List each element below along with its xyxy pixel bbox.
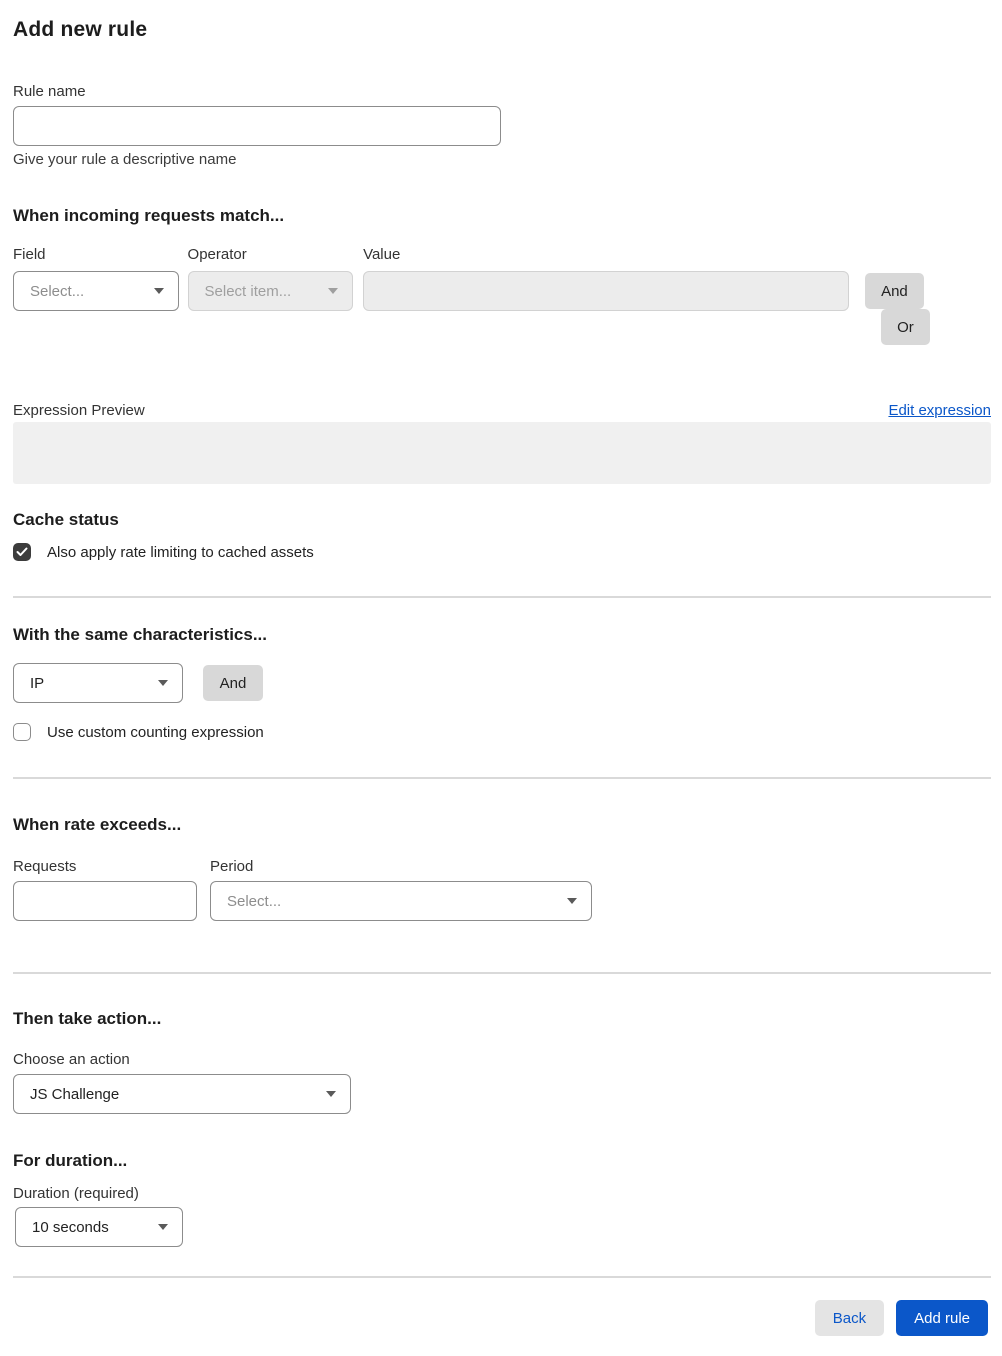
characteristics-row: IP And bbox=[13, 663, 991, 703]
characteristics-heading: With the same characteristics... bbox=[13, 625, 268, 644]
rate-heading: When rate exceeds... bbox=[13, 815, 182, 834]
duration-select-value: 10 seconds bbox=[32, 1218, 109, 1236]
chevron-down-icon bbox=[158, 1224, 168, 1230]
action-select[interactable]: JS Challenge bbox=[13, 1074, 351, 1114]
rule-name-helper: Give your rule a descriptive name bbox=[13, 151, 237, 168]
rate-row: Requests Period Select... bbox=[13, 857, 991, 921]
rule-name-label: Rule name bbox=[13, 83, 86, 100]
chevron-down-icon bbox=[328, 288, 339, 294]
value-column: Value bbox=[363, 245, 850, 311]
operator-label: Operator bbox=[187, 246, 247, 263]
match-heading: When incoming requests match... bbox=[13, 206, 285, 225]
check-icon bbox=[16, 547, 28, 556]
page-title: Add new rule bbox=[13, 18, 148, 41]
cache-status-heading: Cache status bbox=[13, 510, 119, 529]
expression-preview-label: Expression Preview bbox=[13, 402, 145, 419]
edit-expression-link[interactable]: Edit expression bbox=[888, 402, 991, 419]
back-button[interactable]: Back bbox=[814, 1300, 885, 1336]
chevron-down-icon bbox=[153, 288, 164, 294]
period-label: Period bbox=[210, 858, 254, 875]
and-button[interactable]: And bbox=[865, 273, 924, 309]
characteristics-and-button[interactable]: And bbox=[203, 665, 263, 701]
chevron-down-icon bbox=[326, 1091, 336, 1097]
cache-checkbox-row: Also apply rate limiting to cached asset… bbox=[13, 543, 991, 561]
section-divider bbox=[13, 777, 991, 779]
action-label: Choose an action bbox=[13, 1051, 130, 1068]
period-column: Period Select... bbox=[210, 857, 592, 921]
operator-select-value: Select item... bbox=[204, 282, 292, 300]
and-or-buttons: And Or bbox=[865, 273, 991, 345]
requests-label: Requests bbox=[13, 858, 77, 875]
value-label: Value bbox=[363, 246, 401, 263]
cached-assets-label: Also apply rate limiting to cached asset… bbox=[47, 543, 314, 561]
field-select[interactable]: Select... bbox=[13, 271, 179, 311]
field-column: Field Select... bbox=[13, 245, 179, 311]
add-rule-button[interactable]: Add rule bbox=[896, 1300, 988, 1336]
footer-divider bbox=[13, 1276, 991, 1278]
requests-input[interactable] bbox=[13, 881, 197, 921]
cached-assets-checkbox[interactable] bbox=[13, 543, 31, 561]
field-label: Field bbox=[13, 246, 46, 263]
or-button[interactable]: Or bbox=[881, 309, 930, 345]
rule-name-input[interactable] bbox=[13, 106, 501, 146]
rule-name-section: Rule name Give your rule a descriptive n… bbox=[13, 82, 991, 168]
field-select-value: Select... bbox=[30, 282, 85, 300]
operator-select: Select item... bbox=[187, 271, 354, 311]
value-input bbox=[363, 271, 850, 311]
action-select-value: JS Challenge bbox=[30, 1085, 120, 1103]
section-divider bbox=[13, 596, 991, 598]
operator-column: Operator Select item... bbox=[187, 245, 354, 311]
counting-expression-checkbox[interactable] bbox=[13, 723, 31, 741]
section-divider bbox=[13, 972, 991, 974]
period-select-value: Select... bbox=[227, 892, 282, 910]
action-heading: Then take action... bbox=[13, 1009, 162, 1028]
duration-select[interactable]: 10 seconds bbox=[15, 1207, 183, 1247]
requests-column: Requests bbox=[13, 857, 197, 921]
period-select[interactable]: Select... bbox=[210, 881, 592, 921]
duration-heading: For duration... bbox=[13, 1151, 128, 1170]
counting-expression-label: Use custom counting expression bbox=[47, 723, 264, 741]
duration-label: Duration (required) bbox=[13, 1185, 139, 1202]
counting-expression-row: Use custom counting expression bbox=[13, 723, 991, 741]
chevron-down-icon bbox=[567, 898, 577, 904]
match-builder-row: Field Select... Operator Select item... … bbox=[13, 245, 991, 345]
characteristic-select[interactable]: IP bbox=[13, 663, 183, 703]
add-rule-form: Add new rule Rule name Give your rule a … bbox=[0, 18, 1002, 1356]
expression-preview-box bbox=[13, 422, 991, 484]
expression-header: Expression Preview Edit expression bbox=[13, 402, 991, 419]
footer-actions: Back Add rule bbox=[13, 1300, 991, 1336]
chevron-down-icon bbox=[158, 680, 168, 686]
characteristic-select-value: IP bbox=[30, 674, 45, 692]
